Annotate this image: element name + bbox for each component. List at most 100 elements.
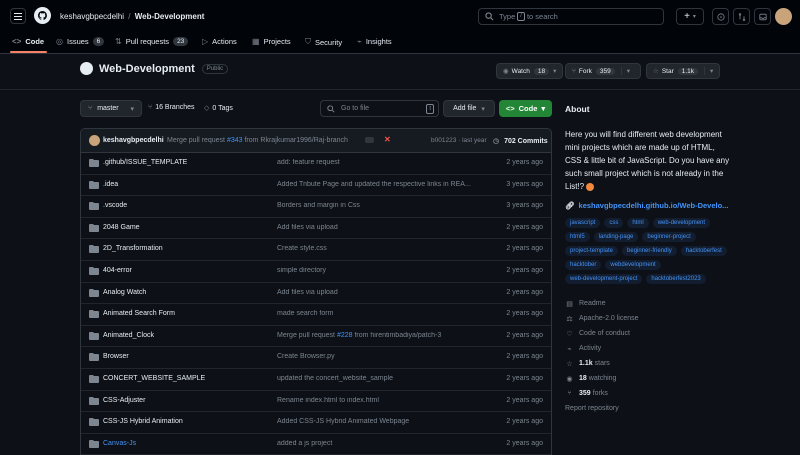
file-name[interactable]: Animated_Clock bbox=[103, 332, 154, 339]
commit-message[interactable]: Added CSS-JS Hybrid Animated Webpage bbox=[277, 418, 482, 425]
file-name[interactable]: Animated Search Form bbox=[103, 310, 175, 317]
topic-tag[interactable]: web-development-project bbox=[565, 274, 643, 284]
table-row[interactable]: Animated_Clock Merge pull request #228 fr… bbox=[81, 326, 551, 348]
commit-message[interactable]: simple directory bbox=[277, 267, 482, 274]
commit-message[interactable]: Create style.css bbox=[277, 245, 482, 252]
add-file-button[interactable]: Add file ▾ bbox=[443, 100, 495, 117]
license-link[interactable]: ⚖ Apache-2.0 license bbox=[565, 311, 730, 326]
commit-message[interactable]: Rename index.html to index.html bbox=[277, 397, 482, 404]
commits-link[interactable]: ◷ 702 Commits bbox=[493, 137, 548, 145]
topic-tag[interactable]: html bbox=[627, 218, 649, 228]
topic-tag[interactable]: beginner-friendly bbox=[622, 246, 677, 256]
tab-insights[interactable]: ⌁ Insights bbox=[357, 37, 392, 46]
go-to-file-input[interactable]: Go to file t bbox=[320, 100, 439, 117]
commit-author[interactable]: keshavgbpecdelhi bbox=[103, 137, 164, 144]
commit-message[interactable]: made search form bbox=[277, 310, 482, 317]
file-name[interactable]: .vscode bbox=[103, 202, 127, 209]
github-logo-icon[interactable] bbox=[34, 7, 51, 24]
chevron-down-icon[interactable]: ▾ bbox=[620, 67, 630, 75]
chevron-down-icon[interactable]: ▾ bbox=[704, 67, 713, 75]
table-row[interactable]: CSS-JS Hybrid Animation Added CSS-JS Hybr… bbox=[81, 412, 551, 434]
topic-tag[interactable]: hacktoberfest bbox=[680, 246, 727, 256]
commit-pr-link[interactable]: #228 bbox=[337, 332, 353, 339]
table-row[interactable]: Canvas-Js added a js project 2 years ago bbox=[81, 434, 551, 455]
table-row[interactable]: Browser Create Browser.py 2 years ago bbox=[81, 347, 551, 369]
activity-link[interactable]: ⌁ Activity bbox=[565, 341, 730, 356]
file-name[interactable]: 2D_Transformation bbox=[103, 245, 163, 252]
tab-projects[interactable]: ▦ Projects bbox=[252, 37, 291, 46]
pull-requests-button[interactable] bbox=[733, 8, 750, 25]
stars-link[interactable]: ☆ 1.1k stars bbox=[565, 356, 730, 371]
commit-message[interactable]: updated the concert_website_sample bbox=[277, 375, 482, 382]
commit-message[interactable]: Borders and margin in Css bbox=[277, 202, 482, 209]
file-name[interactable]: 2048 Game bbox=[103, 224, 140, 231]
topic-tag[interactable]: landing-page bbox=[593, 232, 639, 242]
watching-link[interactable]: ◉ 18 watching bbox=[565, 371, 730, 386]
code-button[interactable]: <> Code ▾ bbox=[499, 100, 552, 117]
create-new-button[interactable]: + ▾ bbox=[676, 8, 704, 25]
report-repository-link[interactable]: Report repository bbox=[565, 401, 730, 416]
commit-message[interactable]: Add files via upload bbox=[277, 224, 482, 231]
commit-message[interactable]: Merge pull request #228 from hirentimbad… bbox=[277, 332, 482, 339]
tab-actions[interactable]: ▷ Actions bbox=[202, 37, 237, 46]
topic-tag[interactable]: html5 bbox=[565, 232, 590, 242]
topic-tag[interactable]: css bbox=[604, 218, 624, 228]
branches-link[interactable]: ⑂ 16 Branches bbox=[148, 104, 195, 111]
table-row[interactable]: Analog Watch Add files via upload 2 years … bbox=[81, 283, 551, 305]
table-row[interactable]: CSS-Adjuster Rename index.html to index.h… bbox=[81, 391, 551, 413]
topic-tag[interactable]: project-template bbox=[565, 246, 619, 256]
repo-link[interactable]: Web-Development bbox=[135, 12, 205, 21]
commit-message[interactable]: added a js project bbox=[277, 440, 482, 447]
file-name[interactable]: CSS-Adjuster bbox=[103, 397, 145, 404]
topic-tag[interactable]: hacktober bbox=[565, 260, 602, 270]
website-link[interactable]: 🔗︎ keshavgbpecdelhi.github.io/Web-Develo… bbox=[565, 201, 730, 210]
file-name[interactable]: Analog Watch bbox=[103, 289, 146, 296]
watch-button[interactable]: ◉ Watch 18 ▾ bbox=[496, 63, 564, 79]
table-row[interactable]: CONCERT_WEBSITE_SAMPLE updated the concer… bbox=[81, 369, 551, 391]
tags-link[interactable]: ◇ 0 Tags bbox=[204, 104, 233, 113]
topic-tag[interactable]: webdevelopment bbox=[605, 260, 661, 270]
forks-link[interactable]: ⑂ 359 forks bbox=[565, 386, 730, 401]
commit-author-avatar[interactable] bbox=[89, 135, 100, 146]
table-row[interactable]: 404-error simple directory 2 years ago bbox=[81, 261, 551, 283]
tab-pull-requests[interactable]: ⇅ Pull requests 23 bbox=[115, 37, 189, 46]
expand-commit-button[interactable] bbox=[365, 137, 374, 143]
commit-message[interactable]: Add files via upload bbox=[277, 289, 482, 296]
table-row[interactable]: .github/ISSUE_TEMPLATE add: feature reque… bbox=[81, 153, 551, 175]
topic-tag[interactable]: javascript bbox=[565, 218, 601, 228]
table-row[interactable]: .vscode Borders and margin in Css 3 years … bbox=[81, 196, 551, 218]
topic-tag[interactable]: web-development bbox=[652, 218, 711, 228]
table-row[interactable]: 2048 Game Add files via upload 2 years ago bbox=[81, 218, 551, 240]
inbox-button[interactable] bbox=[754, 8, 771, 25]
copilot-button[interactable] bbox=[712, 8, 729, 25]
tab-issues[interactable]: ◎ Issues 6 bbox=[56, 37, 105, 46]
search-input[interactable]: Type / to search bbox=[478, 8, 664, 25]
file-name[interactable]: 404-error bbox=[103, 267, 132, 274]
file-name[interactable]: CSS-JS Hybrid Animation bbox=[103, 418, 183, 425]
table-row[interactable]: Animated Search Form made search form 2 ye… bbox=[81, 304, 551, 326]
tab-code[interactable]: <> Code bbox=[12, 37, 44, 46]
branch-selector[interactable]: ⑂ master ▾ bbox=[80, 100, 142, 117]
commit-pr-link[interactable]: #343 bbox=[227, 137, 243, 144]
topic-tag[interactable]: beginner-project bbox=[642, 232, 696, 242]
commit-sha-time[interactable]: b001223 · last year bbox=[431, 137, 487, 144]
table-row[interactable]: .idea Added Tribute Page and updated the … bbox=[81, 175, 551, 197]
topic-tag[interactable]: hacktoberfest2023 bbox=[646, 274, 706, 284]
file-name[interactable]: CONCERT_WEBSITE_SAMPLE bbox=[103, 375, 205, 382]
menu-icon[interactable] bbox=[10, 8, 26, 24]
commit-message[interactable]: add: feature request bbox=[277, 159, 482, 166]
check-failed-icon[interactable]: ✕ bbox=[384, 135, 391, 144]
avatar[interactable] bbox=[775, 8, 792, 25]
owner-link[interactable]: keshavgbpecdelhi bbox=[60, 12, 124, 21]
code-of-conduct-link[interactable]: ♡ Code of conduct bbox=[565, 326, 730, 341]
file-name[interactable]: .github/ISSUE_TEMPLATE bbox=[103, 159, 187, 166]
readme-link[interactable]: ▤ Readme bbox=[565, 296, 730, 311]
commit-message[interactable]: Create Browser.py bbox=[277, 353, 482, 360]
table-row[interactable]: 2D_Transformation Create style.css 2 years… bbox=[81, 239, 551, 261]
file-name[interactable]: .idea bbox=[103, 181, 118, 188]
commit-message[interactable]: Added Tribute Page and updated the respe… bbox=[277, 181, 482, 188]
fork-button[interactable]: ⑂ Fork 359 ▾ bbox=[565, 63, 641, 79]
file-name[interactable]: Canvas-Js bbox=[103, 440, 136, 447]
star-button[interactable]: ☆ Star 1.1k ▾ bbox=[646, 63, 720, 79]
repo-title[interactable]: Web-Development bbox=[99, 63, 195, 75]
